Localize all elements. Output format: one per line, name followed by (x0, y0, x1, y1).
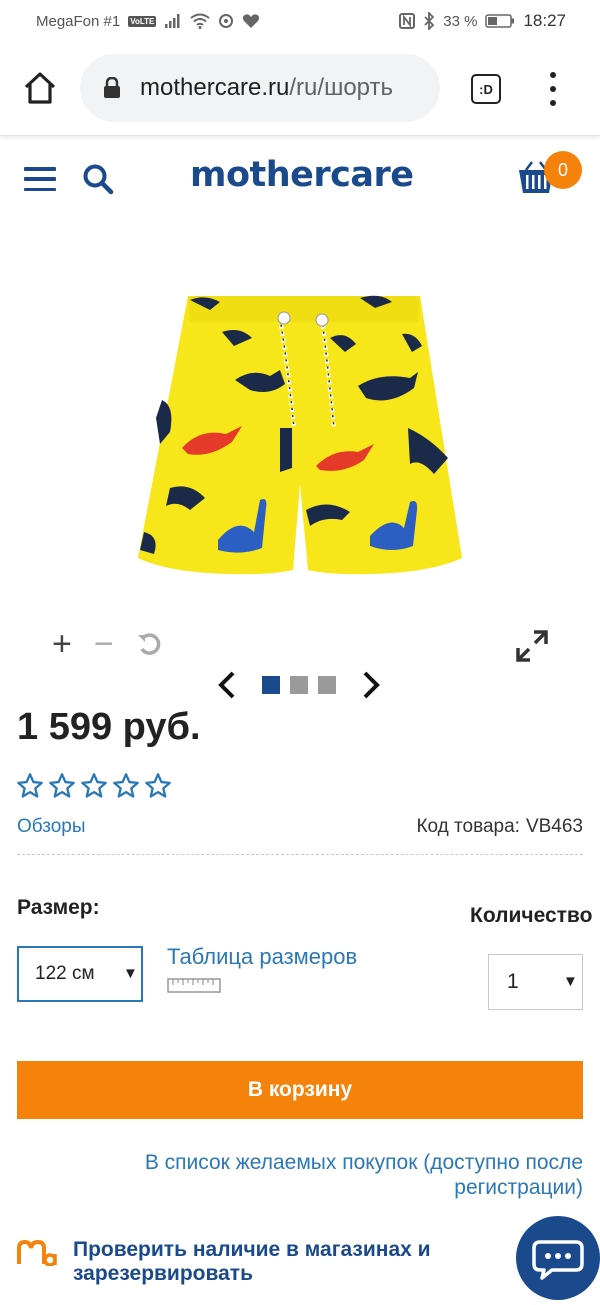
cart-count-badge: 0 (544, 151, 582, 189)
battery-icon (485, 14, 515, 28)
quantity-value: 1 (507, 970, 519, 993)
zoom-out-icon[interactable]: − (94, 625, 114, 664)
battery-percent: 33 % (443, 12, 478, 30)
zoom-toolbar: + − (52, 625, 182, 663)
status-bar: MegaFon #1 VoLTE 33 % 18:27 (0, 0, 600, 42)
wishlist-line-2: регистрации) (454, 1176, 583, 1199)
browser-toolbar: mothercare.ru/ru/шорть :D (0, 42, 600, 136)
reviews-link[interactable]: Обзоры (17, 816, 86, 838)
carousel-dot-1[interactable] (262, 676, 280, 694)
ruler-icon[interactable] (167, 976, 221, 994)
star-icon[interactable] (80, 772, 108, 800)
chevron-left-icon[interactable] (216, 670, 238, 700)
star-icon[interactable] (144, 772, 172, 800)
bluetooth-icon (424, 12, 435, 30)
star-icon[interactable] (48, 772, 76, 800)
dropdown-arrow-icon: ▼ (563, 973, 578, 990)
size-label: Размер: (17, 896, 100, 919)
address-bar[interactable]: mothercare.ru/ru/шорть (80, 54, 440, 122)
volte-badge: VoLTE (128, 15, 157, 27)
wishlist-line-1: В список желаемых покупок (доступно посл… (144, 1151, 583, 1174)
carousel-dot-2[interactable] (290, 676, 308, 694)
add-to-cart-button[interactable]: В корзину (17, 1061, 583, 1119)
menu-icon[interactable] (24, 167, 56, 191)
size-value: 122 см (35, 963, 95, 984)
wishlist-link[interactable]: В список желаемых покупок (доступно посл… (60, 1150, 583, 1200)
browser-menu-icon[interactable] (548, 72, 558, 106)
url-host: mothercare.ru (140, 74, 290, 101)
home-icon[interactable] (22, 70, 58, 106)
sync-icon (219, 14, 234, 28)
reset-zoom-icon[interactable] (136, 630, 164, 658)
chat-bubble-icon (532, 1240, 584, 1280)
store-availability-link[interactable]: Проверить наличие в магазинах и зарезерв… (17, 1238, 497, 1286)
size-select[interactable]: 122 см ▼ (17, 946, 143, 1002)
search-icon[interactable] (82, 163, 114, 195)
image-carousel (212, 668, 388, 702)
divider (17, 854, 583, 855)
health-icon (243, 14, 260, 28)
quantity-select[interactable]: 1 ▼ (488, 954, 583, 1010)
site-logo[interactable]: mothercare (190, 155, 414, 195)
wifi-icon (190, 13, 211, 29)
fullscreen-icon[interactable] (514, 628, 550, 664)
carousel-dot-3[interactable] (318, 676, 336, 694)
product-price: 1 599 руб. (17, 706, 201, 748)
dropdown-arrow-icon: ▼ (123, 965, 138, 982)
site-header: mothercare 0 (0, 137, 600, 221)
chevron-right-icon[interactable] (360, 670, 382, 700)
lock-icon (104, 77, 120, 98)
url-path: /ru/шорть (289, 74, 393, 101)
nfc-icon (399, 13, 416, 29)
signal-icon (165, 14, 180, 28)
zoom-in-icon[interactable]: + (52, 625, 72, 664)
sku-value: VB463 (525, 816, 583, 837)
size-chart-link[interactable]: Таблица размеров (167, 944, 357, 970)
star-icon[interactable] (16, 772, 44, 800)
carrier-name: MegaFon #1 (36, 12, 121, 30)
rating-stars[interactable] (16, 772, 172, 800)
mothercare-icon (17, 1240, 57, 1266)
clock: 18:27 (523, 11, 566, 30)
product-sku: Код товара: VB463 (416, 816, 583, 838)
star-icon[interactable] (112, 772, 140, 800)
chat-button[interactable] (516, 1216, 600, 1300)
tab-switcher-button[interactable]: :D (471, 74, 501, 104)
store-check-line-2: зарезервировать (73, 1262, 253, 1285)
product-image[interactable] (130, 288, 470, 588)
store-check-line-1: Проверить наличие в магазинах и (73, 1238, 431, 1261)
sku-label: Код товара: (416, 816, 520, 837)
quantity-label: Количество (470, 904, 593, 927)
